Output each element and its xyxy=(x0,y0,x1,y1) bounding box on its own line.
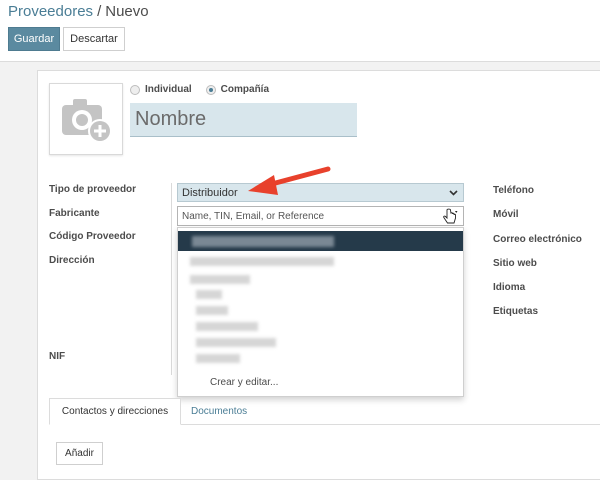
dropdown-option-redacted[interactable] xyxy=(190,275,250,284)
supplier-type-value: Distribuidor xyxy=(182,186,238,199)
email-label: Correo electrónico xyxy=(493,234,582,245)
manufacturer-autocomplete-dropdown: Crear y editar... xyxy=(177,227,464,397)
radio-individual[interactable] xyxy=(130,84,140,95)
language-label: Idioma xyxy=(493,282,526,293)
create-and-edit-option[interactable]: Crear y editar... xyxy=(210,377,278,388)
radio-individual-label[interactable]: Individual xyxy=(145,84,192,95)
breadcrumb-separator: / xyxy=(97,3,102,20)
discard-button[interactable]: Descartar xyxy=(63,27,125,51)
manufacturer-input[interactable]: Name, TIN, Email, or Reference xyxy=(177,206,464,226)
radio-company-label[interactable]: Compañía xyxy=(221,84,269,95)
tab-documents[interactable]: Documentos xyxy=(191,398,247,425)
control-panel: Proveedores / Nuevo Guardar Descartar xyxy=(0,0,600,62)
address-label: Dirección xyxy=(49,255,95,266)
avatar-upload[interactable] xyxy=(49,83,123,155)
annotation-arrow-icon xyxy=(248,166,331,195)
dropdown-option-redacted[interactable] xyxy=(196,290,222,299)
notebook-tabs: Contactos y direcciones Documentos xyxy=(49,398,600,425)
chevron-down-icon xyxy=(449,189,458,196)
breadcrumb: Proveedores / Nuevo xyxy=(8,3,149,20)
website-label: Sitio web xyxy=(493,258,537,269)
manufacturer-label: Fabricante xyxy=(49,208,100,219)
dropdown-option-redacted[interactable] xyxy=(190,257,334,266)
tab-contacts-addresses[interactable]: Contactos y direcciones xyxy=(49,398,181,425)
nif-label: NIF xyxy=(49,351,66,362)
dropdown-option-highlighted[interactable] xyxy=(178,231,463,251)
dropdown-option-redacted[interactable] xyxy=(196,306,228,315)
save-button[interactable]: Guardar xyxy=(8,27,60,51)
breadcrumb-parent-link[interactable]: Proveedores xyxy=(8,3,93,20)
breadcrumb-current: Nuevo xyxy=(105,3,149,20)
mobile-label: Móvil xyxy=(493,209,519,220)
tags-label: Etiquetas xyxy=(493,306,539,317)
name-field[interactable]: Nombre xyxy=(130,103,357,137)
dropdown-option-redacted[interactable] xyxy=(196,322,258,331)
field-divider xyxy=(171,183,172,375)
dropdown-option-redacted[interactable] xyxy=(196,338,276,347)
radio-company[interactable] xyxy=(205,84,216,95)
company-type-radio-group: Individual Compañía xyxy=(130,84,269,95)
camera-add-icon xyxy=(62,99,112,143)
hand-cursor-icon xyxy=(443,208,458,224)
dropdown-option-redacted[interactable] xyxy=(196,354,240,363)
supplier-code-label: Código Proveedor xyxy=(49,231,136,242)
phone-label: Teléfono xyxy=(493,185,534,196)
add-button[interactable]: Añadir xyxy=(56,442,103,465)
supplier-type-label: Tipo de proveedor xyxy=(49,184,137,195)
